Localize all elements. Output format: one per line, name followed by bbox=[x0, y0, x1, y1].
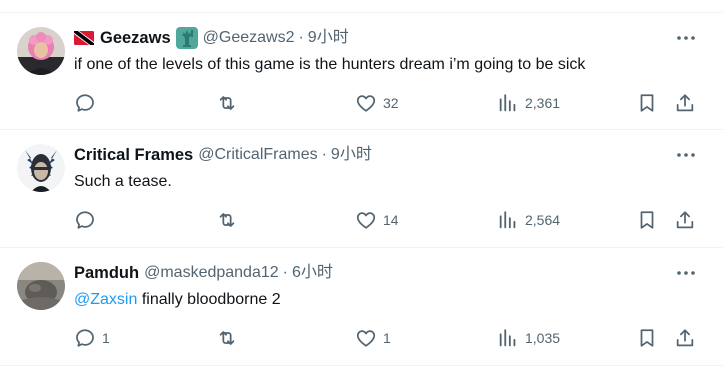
retweet-button[interactable] bbox=[216, 208, 244, 232]
reply-count: 1 bbox=[102, 330, 110, 346]
handle[interactable]: @CriticalFrames bbox=[198, 144, 317, 166]
tweet[interactable]: Geezaws @Geezaws2 · 9小时 if one of the le… bbox=[0, 12, 723, 130]
more-options-icon[interactable] bbox=[675, 29, 697, 47]
analytics-icon bbox=[499, 211, 516, 229]
analytics-icon bbox=[499, 329, 516, 347]
tweet[interactable]: Critical Frames @CriticalFrames · 9小时 Su… bbox=[0, 130, 723, 248]
avatar[interactable] bbox=[17, 262, 65, 310]
tweet-text-body: finally bloodborne 2 bbox=[137, 291, 281, 308]
like-count: 14 bbox=[383, 212, 399, 228]
like-button[interactable]: 32 bbox=[355, 91, 399, 115]
bookmark-icon bbox=[640, 329, 654, 347]
retweet-icon bbox=[219, 213, 235, 227]
like-button[interactable]: 1 bbox=[355, 326, 391, 350]
heart-icon bbox=[356, 330, 376, 347]
tweet[interactable]: Pamduh @maskedpanda12 · 6小时 @Zaxsin fina… bbox=[0, 248, 723, 366]
tweet-text: @Zaxsin finally bloodborne 2 bbox=[74, 289, 281, 311]
tweet-header: Critical Frames @CriticalFrames · 9小时 bbox=[74, 144, 372, 166]
more-options-icon[interactable] bbox=[675, 264, 697, 282]
display-name[interactable]: Geezaws bbox=[100, 27, 171, 49]
avatar[interactable] bbox=[17, 144, 65, 192]
pink-hair-avatar-icon bbox=[17, 27, 65, 75]
handle[interactable]: @Geezaws2 bbox=[203, 27, 295, 49]
views-button[interactable]: 2,361 bbox=[497, 91, 560, 115]
share-icon bbox=[676, 94, 694, 112]
share-icon bbox=[676, 211, 694, 229]
views-button[interactable]: 2,564 bbox=[497, 208, 560, 232]
timestamp[interactable]: 6小时 bbox=[292, 262, 333, 284]
tweet-text: if one of the levels of this game is the… bbox=[74, 56, 586, 73]
tweet-text: Such a tease. bbox=[74, 173, 172, 190]
bookmark-icon bbox=[640, 94, 654, 112]
bookmark-button[interactable] bbox=[636, 91, 658, 115]
bookmark-button[interactable] bbox=[636, 208, 658, 232]
share-icon bbox=[676, 329, 694, 347]
like-button[interactable]: 14 bbox=[355, 208, 399, 232]
mention-link[interactable]: @Zaxsin bbox=[74, 291, 137, 308]
reply-icon bbox=[76, 329, 94, 347]
retweet-icon bbox=[219, 331, 235, 345]
separator: · bbox=[298, 29, 304, 46]
more-options-icon[interactable] bbox=[675, 146, 697, 164]
heart-icon bbox=[356, 212, 376, 229]
reply-button[interactable] bbox=[74, 208, 102, 232]
gray-photo-avatar-icon bbox=[17, 262, 65, 310]
display-name[interactable]: Critical Frames bbox=[74, 144, 193, 166]
tweet-actions: 14 2,564 bbox=[0, 208, 723, 232]
avatar[interactable] bbox=[17, 27, 65, 75]
reply-button[interactable]: 1 bbox=[74, 326, 110, 350]
view-count: 2,564 bbox=[525, 212, 561, 228]
tweet-actions: 32 2,361 bbox=[0, 91, 723, 115]
like-count: 1 bbox=[383, 330, 391, 346]
share-button[interactable] bbox=[674, 326, 696, 350]
statue-of-liberty-icon bbox=[175, 27, 198, 49]
views-button[interactable]: 1,035 bbox=[497, 326, 560, 350]
tweet-header: Geezaws @Geezaws2 · 9小时 bbox=[74, 27, 349, 49]
handle[interactable]: @maskedpanda12 bbox=[144, 262, 279, 284]
heart-icon bbox=[356, 95, 376, 112]
timestamp[interactable]: 9小时 bbox=[331, 144, 372, 166]
reply-button[interactable] bbox=[74, 91, 102, 115]
reply-icon bbox=[76, 211, 94, 229]
display-name[interactable]: Pamduh bbox=[74, 262, 139, 284]
separator: · bbox=[321, 146, 327, 163]
bookmark-icon bbox=[640, 211, 654, 229]
like-count: 32 bbox=[383, 95, 399, 111]
retweet-icon bbox=[219, 96, 235, 110]
retweet-button[interactable] bbox=[216, 326, 244, 350]
reply-icon bbox=[76, 94, 94, 112]
tweet-header: Pamduh @maskedpanda12 · 6小时 bbox=[74, 262, 333, 284]
analytics-icon bbox=[499, 94, 516, 112]
retweet-button[interactable] bbox=[216, 91, 244, 115]
bookmark-button[interactable] bbox=[636, 326, 658, 350]
separator: · bbox=[282, 264, 288, 281]
dark-portrait-avatar-icon bbox=[17, 144, 65, 192]
view-count: 1,035 bbox=[525, 330, 561, 346]
reply-feed: Geezaws @Geezaws2 · 9小时 if one of the le… bbox=[0, 0, 723, 378]
tweet-actions: 1 1 1,035 bbox=[0, 326, 723, 350]
timestamp[interactable]: 9小时 bbox=[308, 27, 349, 49]
share-button[interactable] bbox=[674, 91, 696, 115]
trinidad-flag-icon bbox=[74, 31, 94, 45]
share-button[interactable] bbox=[674, 208, 696, 232]
view-count: 2,361 bbox=[525, 95, 561, 111]
